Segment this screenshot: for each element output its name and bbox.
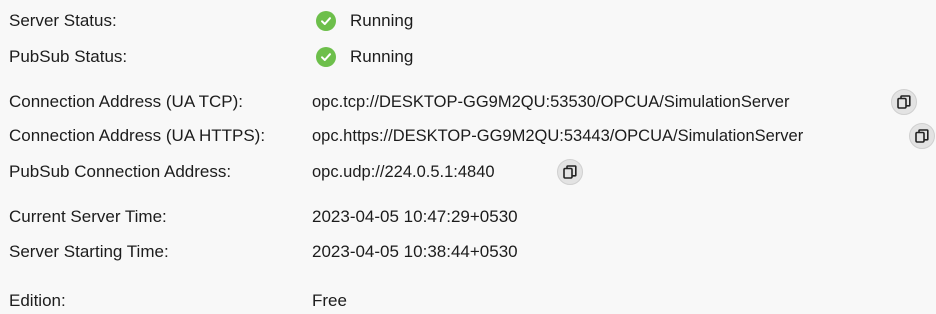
server-status-value: Running <box>316 9 413 33</box>
current-time-value: 2023-04-05 10:47:29+0530 <box>312 207 518 226</box>
server-status-label: Server Status: <box>9 11 117 30</box>
copy-icon <box>897 95 911 109</box>
current-time-label: Current Server Time: <box>9 207 167 226</box>
pubsub-connection-value[interactable]: opc.udp://224.0.5.1:4840 <box>312 160 495 184</box>
check-circle-icon <box>316 11 336 31</box>
copy-tcp-button[interactable] <box>891 89 917 115</box>
pubsub-status-label: PubSub Status: <box>9 47 128 66</box>
copy-icon <box>915 129 929 143</box>
connection-https-label: Connection Address (UA HTTPS): <box>9 126 266 145</box>
pubsub-status-text: Running <box>350 47 414 66</box>
connection-tcp-label: Connection Address (UA TCP): <box>9 92 244 111</box>
connection-tcp-value[interactable]: opc.tcp://DESKTOP-GG9M2QU:53530/OPCUA/Si… <box>312 90 789 114</box>
server-status-text: Running <box>350 11 414 30</box>
copy-https-button[interactable] <box>909 123 935 149</box>
check-circle-icon <box>316 47 336 67</box>
starting-time-value: 2023-04-05 10:38:44+0530 <box>312 242 518 261</box>
pubsub-status-value: Running <box>316 45 413 69</box>
connection-https-value[interactable]: opc.https://DESKTOP-GG9M2QU:53443/OPCUA/… <box>312 124 803 148</box>
copy-pubsub-button[interactable] <box>557 159 583 185</box>
pubsub-connection-label: PubSub Connection Address: <box>9 162 232 181</box>
starting-time-label: Server Starting Time: <box>9 242 169 261</box>
copy-icon <box>563 165 577 179</box>
edition-label: Edition: <box>9 291 66 310</box>
edition-value: Free <box>312 291 347 310</box>
